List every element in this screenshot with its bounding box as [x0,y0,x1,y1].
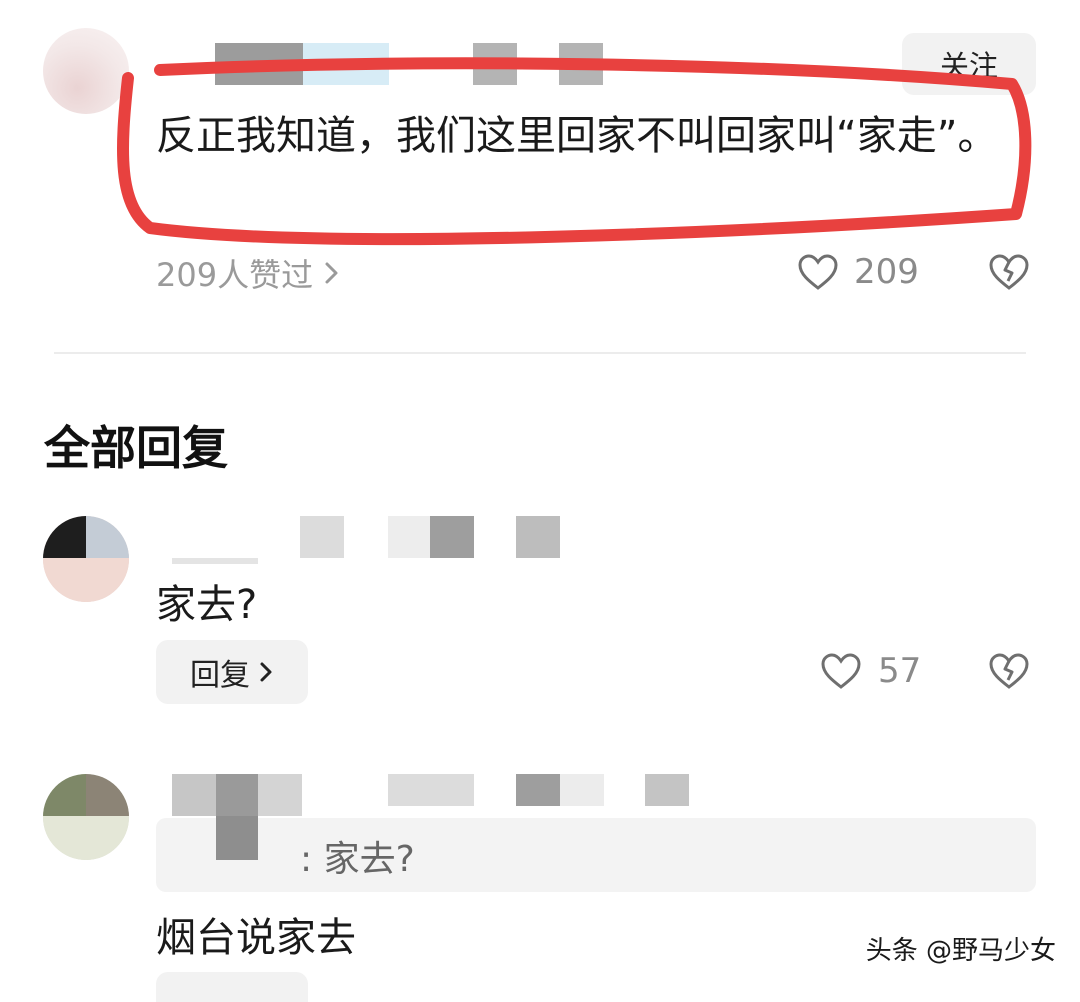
username-blurred [430,516,474,558]
username-blurred [560,774,604,806]
username-blurred[interactable] [172,774,216,816]
liked-by-link[interactable]: 209人赞过 [156,250,341,296]
avatar[interactable] [43,774,129,860]
username-blurred [172,558,258,564]
username-blurred [216,816,258,860]
username-blurred [388,774,474,806]
reply-button[interactable]: 回复 [156,640,308,704]
username-blurred [216,774,258,816]
quoted-reply[interactable] [156,818,1036,892]
like-count: 57 [878,651,922,691]
heart-outline-icon[interactable] [797,253,839,291]
avatar[interactable] [43,516,129,602]
heart-outline-icon[interactable] [820,652,862,690]
broken-heart-icon[interactable] [988,652,1030,690]
reply-button[interactable] [156,972,308,1002]
like-count: 209 [854,252,919,292]
username-blurred [258,774,302,816]
username-blurred [388,516,430,558]
username-blurred [645,774,689,806]
reply-text: 烟台说家去 [156,915,356,961]
section-title: 全部回复 [44,421,228,475]
username-blurred[interactable] [300,516,344,558]
liked-by-text: 209人赞过 [156,256,314,294]
reply-button-label: 回复 [190,658,250,693]
chevron-right-icon [260,662,272,682]
broken-heart-icon[interactable] [988,253,1030,291]
username-blurred [516,516,560,558]
quoted-reply-text: : 家去? [300,839,415,880]
reply-text: 家去? [156,582,258,628]
chevron-right-icon [325,262,338,284]
username-blurred [516,774,560,806]
watermark: 头条 @野马少女 [865,936,1056,966]
divider [54,352,1026,354]
